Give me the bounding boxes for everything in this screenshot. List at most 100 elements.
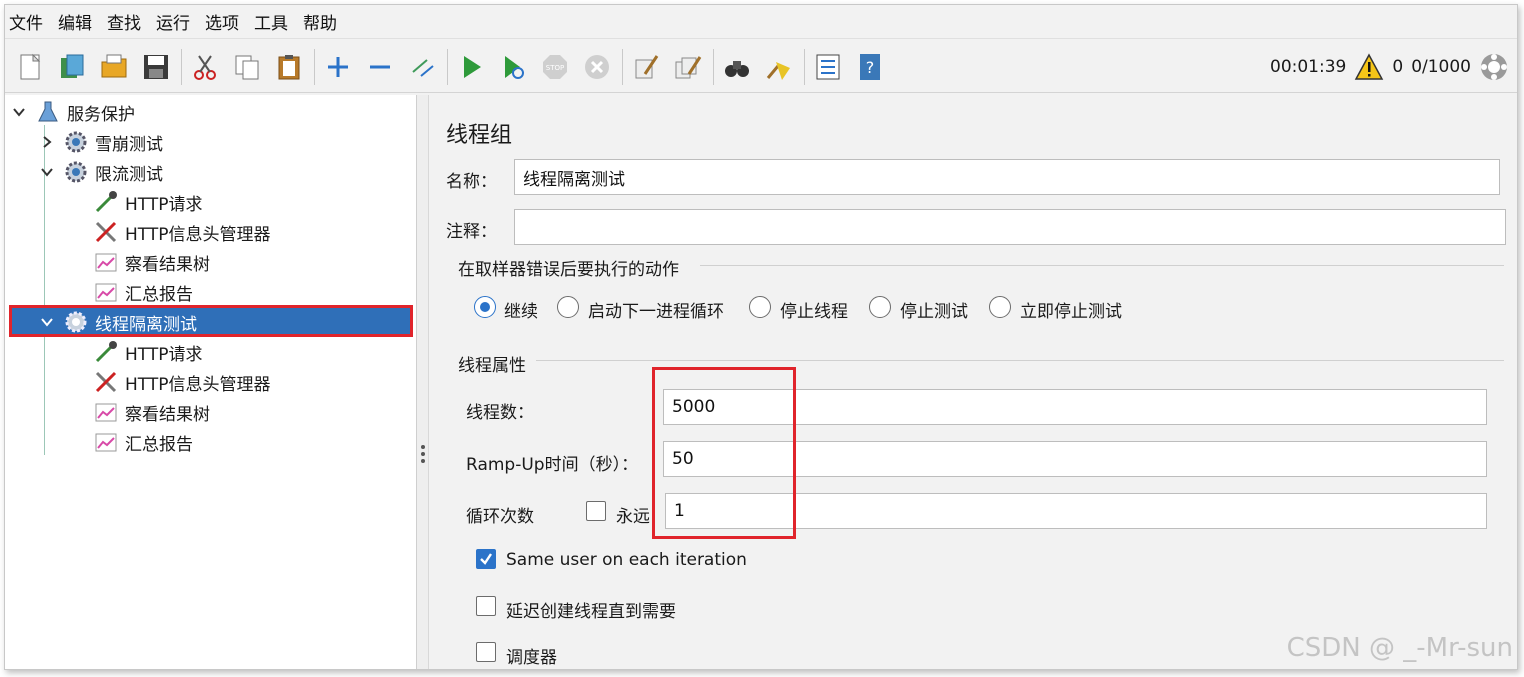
tree-root[interactable]: 服务保护 — [11, 97, 135, 127]
toggle-icon[interactable] — [405, 50, 439, 84]
status-area: 00:01:39 0 0/1000 — [1262, 41, 1509, 93]
group-divider — [700, 265, 1504, 266]
name-label: 名称： — [446, 172, 497, 192]
error-action-group-title: 在取样器错误后要执行的动作 — [458, 260, 679, 280]
radio-stop-test[interactable] — [869, 296, 891, 318]
reset-search-icon[interactable] — [762, 50, 796, 84]
clear-icon[interactable] — [629, 50, 663, 84]
tree-item-header-manager[interactable]: HTTP信息头管理器 — [93, 367, 271, 397]
menu-options[interactable]: 选项 — [205, 9, 239, 34]
new-icon[interactable] — [13, 50, 47, 84]
test-plan-tree: 服务保护 雪崩测试 限流测试 HTTP请求 HTTP信息头管理器 察看结果树 汇… — [5, 95, 417, 669]
chevron-down-icon[interactable] — [11, 104, 27, 120]
group-divider — [536, 360, 1504, 361]
gear-icon — [63, 159, 89, 185]
tree-item-avalanche-test[interactable]: 雪崩测试 — [39, 127, 163, 157]
tree-item-label: HTTP请求 — [125, 194, 203, 215]
active-threads: 0/1000 — [1411, 57, 1471, 77]
config-tools-icon — [93, 219, 119, 245]
tree-item-label: 线程隔离测试 — [95, 314, 197, 335]
chevron-down-icon[interactable] — [39, 314, 55, 330]
jmeter-window: 文件 编辑 查找 运行 选项 工具 帮助 STOP ? 00:01:39 0 0… — [4, 4, 1518, 670]
menu-tools[interactable]: 工具 — [254, 9, 288, 34]
watermark: CSDN @ _-Mr-sun — [1286, 633, 1513, 663]
warning-icon[interactable] — [1354, 53, 1384, 81]
toolbar-separator — [314, 48, 315, 85]
tree-item-label: HTTP信息头管理器 — [125, 374, 271, 395]
radio-stop-test-now[interactable] — [989, 296, 1011, 318]
menu-edit[interactable]: 编辑 — [58, 9, 92, 34]
svg-text:?: ? — [866, 58, 875, 77]
tree-item-http-request[interactable]: HTTP请求 — [93, 337, 203, 367]
search-icon[interactable] — [720, 50, 754, 84]
forever-checkbox[interactable] — [586, 501, 606, 521]
toolbar-separator — [804, 48, 805, 85]
delay-thread-creation-checkbox[interactable] — [476, 596, 496, 616]
tree-item-header-manager[interactable]: HTTP信息头管理器 — [93, 217, 271, 247]
tree-item-http-request[interactable]: HTTP请求 — [93, 187, 203, 217]
tree-item-summary-report[interactable]: 汇总报告 — [93, 427, 193, 457]
tree-item-thread-isolation-test[interactable]: 线程隔离测试 — [39, 307, 197, 337]
chevron-down-icon[interactable] — [39, 164, 55, 180]
collapse-icon[interactable] — [363, 50, 397, 84]
name-field[interactable]: 线程隔离测试 — [514, 159, 1500, 195]
menu-help[interactable]: 帮助 — [303, 9, 337, 34]
menu-search[interactable]: 查找 — [107, 9, 141, 34]
tree-item-label: HTTP信息头管理器 — [125, 224, 271, 245]
expand-icon[interactable] — [321, 50, 355, 84]
start-no-pause-icon[interactable] — [496, 50, 530, 84]
gear-icon — [63, 309, 89, 335]
templates-icon[interactable] — [55, 50, 89, 84]
radio-stop-thread[interactable] — [749, 296, 771, 318]
stop-icon[interactable]: STOP — [538, 50, 572, 84]
menu-bar: 文件 编辑 查找 运行 选项 工具 帮助 — [5, 5, 1517, 39]
comment-label: 注释： — [446, 222, 497, 242]
thread-count-label: 线程数： — [466, 403, 534, 423]
rampup-label: Ramp-Up时间（秒）： — [466, 455, 639, 475]
sampler-icon — [93, 189, 119, 215]
listener-icon — [93, 279, 119, 305]
gear-icon — [63, 129, 89, 155]
tree-item-summary-report[interactable]: 汇总报告 — [93, 277, 193, 307]
listener-icon — [93, 399, 119, 425]
comment-field[interactable] — [514, 209, 1506, 245]
listener-icon — [93, 249, 119, 275]
start-icon[interactable] — [454, 50, 488, 84]
radio-start-next-loop[interactable] — [557, 296, 579, 318]
flask-icon — [35, 99, 61, 125]
tree-item-view-results-tree[interactable]: 察看结果树 — [93, 247, 210, 277]
tree-item-rate-limit-test[interactable]: 限流测试 — [39, 157, 163, 187]
paste-icon[interactable] — [272, 50, 306, 84]
radio-continue[interactable] — [474, 296, 496, 318]
radio-stop-test-label: 停止测试 — [900, 302, 968, 322]
sampler-icon — [93, 339, 119, 365]
radio-stop-test-now-label: 立即停止测试 — [1020, 302, 1122, 322]
shutdown-icon[interactable] — [580, 50, 614, 84]
help-icon[interactable]: ? — [853, 50, 887, 84]
splitter-grip[interactable] — [421, 445, 425, 466]
toolbar-separator — [447, 48, 448, 85]
config-tools-icon — [93, 369, 119, 395]
toolbar-separator — [622, 48, 623, 85]
scheduler-checkbox[interactable] — [476, 642, 496, 662]
copy-icon[interactable] — [230, 50, 264, 84]
function-helper-icon[interactable] — [811, 50, 845, 84]
remote-status-icon[interactable] — [1479, 52, 1509, 82]
save-icon[interactable] — [139, 50, 173, 84]
thread-props-group-title: 线程属性 — [458, 356, 526, 376]
same-user-checkbox[interactable] — [476, 549, 496, 569]
tree-item-label: 汇总报告 — [125, 434, 193, 455]
tree-item-label: 汇总报告 — [125, 284, 193, 305]
panel-splitter[interactable] — [417, 95, 429, 669]
clear-all-icon[interactable] — [671, 50, 705, 84]
cut-icon[interactable] — [188, 50, 222, 84]
tree-item-view-results-tree[interactable]: 察看结果树 — [93, 397, 210, 427]
toolbar-separator — [713, 48, 714, 85]
open-icon[interactable] — [97, 50, 131, 84]
chevron-right-icon[interactable] — [39, 134, 55, 150]
radio-continue-label: 继续 — [504, 302, 538, 322]
menu-run[interactable]: 运行 — [156, 9, 190, 34]
scheduler-label: 调度器 — [506, 648, 557, 668]
tree-item-label: 服务保护 — [67, 104, 135, 125]
menu-file[interactable]: 文件 — [9, 9, 43, 34]
